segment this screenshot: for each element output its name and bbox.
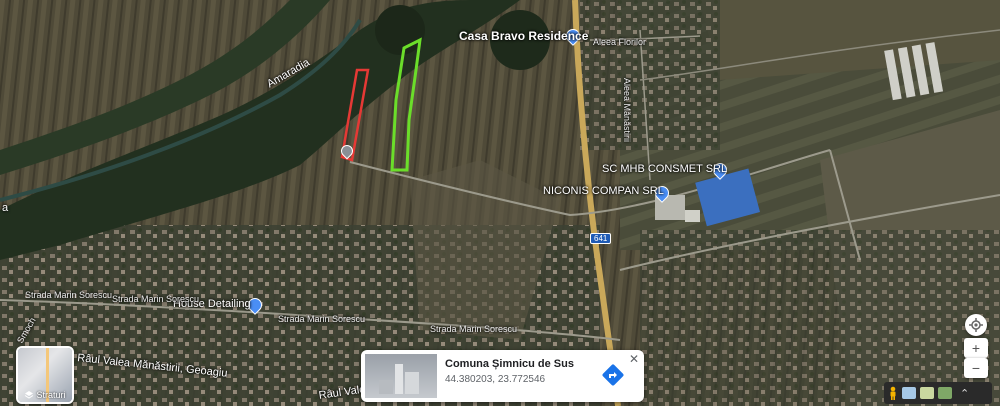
zoom-out-button[interactable]: − [964, 358, 988, 378]
satellite-map[interactable]: Casa Bravo Residence Aleea Florilor Alee… [0, 0, 1000, 406]
map-type-thumb-1[interactable] [902, 387, 916, 399]
aleea-florilor-label: Aleea Florilor [593, 37, 647, 47]
expand-button[interactable]: ⌃ [960, 387, 969, 400]
my-location-button[interactable] [965, 314, 987, 336]
route-641-badge: 641 [590, 233, 612, 244]
strada-marin-sorescu-label-1: Strada Marin Sorescu [25, 290, 113, 300]
place-title: Comuna Șimnicu de Sus [445, 358, 574, 370]
pegman-icon[interactable] [888, 386, 898, 400]
place-photo-image [379, 364, 419, 394]
aleea-manastirii-label: Aleea Mănăstirii [622, 78, 632, 143]
target-icon [969, 318, 983, 332]
strada-marin-sorescu-label-3: Strada Marin Sorescu [278, 314, 366, 324]
place-photo[interactable] [365, 354, 437, 398]
strada-marin-sorescu-label-2: Strada Marin Sorescu [112, 294, 200, 304]
place-coordinates[interactable]: 44.380203, 23.772546 [445, 374, 545, 385]
layers-label: Straturi [36, 390, 66, 400]
left-edge-label: a [2, 202, 9, 214]
bottom-toolbar: ⌃ [884, 382, 992, 404]
place-info-card[interactable]: Comuna Șimnicu de Sus 44.380203, 23.7725… [361, 350, 644, 402]
layers-icon [25, 391, 34, 399]
directions-icon[interactable] [602, 364, 624, 386]
casa-bravo-label[interactable]: Casa Bravo Residence [459, 29, 588, 43]
zoom-in-button[interactable]: + [964, 338, 988, 358]
strada-marin-sorescu-label-4: Strada Marin Sorescu [430, 324, 518, 334]
close-card-button[interactable]: ✕ [629, 352, 639, 366]
map-type-thumb-2[interactable] [920, 387, 934, 399]
map-type-thumb-3[interactable] [938, 387, 952, 399]
niconis-label[interactable]: NICONIS COMPAN SRL [543, 185, 664, 197]
layers-button[interactable]: Straturi [16, 346, 74, 404]
sc-mhb-label[interactable]: SC MHB CONSMET SRL [602, 163, 727, 175]
satellite-imagery [0, 0, 1000, 406]
